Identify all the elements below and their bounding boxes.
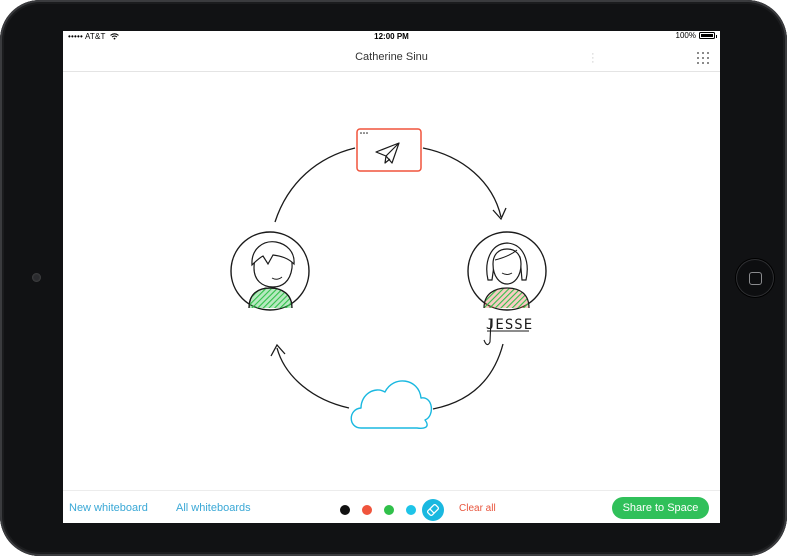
page-title: Catherine Sinu: [355, 51, 428, 63]
status-time: 12:00 PM: [374, 32, 409, 41]
clear-all-button[interactable]: Clear all: [459, 503, 496, 514]
battery-percent: 100%: [675, 31, 696, 40]
home-button-icon: [749, 272, 762, 285]
signature: JESSE: [483, 317, 532, 346]
eraser-button[interactable]: [422, 499, 444, 521]
arc-top-right: [422, 147, 502, 218]
grid-menu-icon[interactable]: [696, 51, 710, 65]
screen: ••••• AT&T 12:00 PM 100% Catherine Sinu …: [63, 31, 720, 523]
new-whiteboard-button[interactable]: New whiteboard: [69, 502, 148, 514]
whiteboard-canvas[interactable]: JESSE: [63, 72, 720, 490]
share-to-space-button[interactable]: Share to Space: [612, 497, 709, 519]
whiteboard-drawing: JESSE: [230, 128, 547, 429]
person-right-icon: [467, 231, 547, 311]
arc-bottom-right: [432, 343, 504, 410]
paper-plane-icon: [356, 128, 422, 172]
arc-bottom-left: [276, 347, 350, 409]
all-whiteboards-button[interactable]: All whiteboards: [176, 502, 251, 514]
eraser-icon: [426, 503, 440, 517]
color-swatch-red[interactable]: [362, 505, 372, 515]
color-swatch-green[interactable]: [384, 505, 394, 515]
battery-icon: [699, 32, 717, 39]
arc-top-left: [274, 147, 356, 223]
cloud-icon: [350, 380, 432, 429]
status-bar: ••••• AT&T 12:00 PM 100%: [63, 31, 720, 43]
front-camera: [32, 273, 41, 282]
color-swatch-blue[interactable]: [406, 505, 416, 515]
battery-indicator: 100%: [675, 31, 717, 40]
bottom-toolbar: New whiteboard All whiteboards Clear all…: [63, 490, 720, 523]
vertical-dots-icon: · · ·: [591, 48, 595, 68]
navigation-bar: Catherine Sinu · · ·: [63, 43, 720, 72]
person-left-icon: [230, 231, 310, 311]
ipad-device: ••••• AT&T 12:00 PM 100% Catherine Sinu …: [0, 0, 787, 556]
color-swatch-black[interactable]: [340, 505, 350, 515]
